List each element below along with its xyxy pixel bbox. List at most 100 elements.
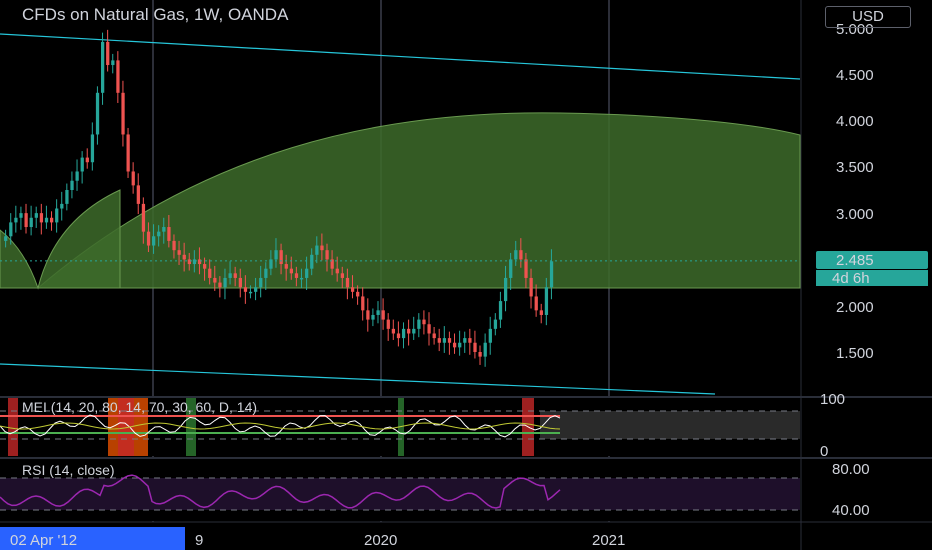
- candle-body: [90, 134, 95, 163]
- candle-body: [544, 287, 549, 315]
- candle-body: [407, 328, 411, 334]
- candle-body: [213, 277, 217, 283]
- time-cursor-label: 02 Apr '12: [10, 532, 77, 549]
- candle-body: [289, 268, 294, 274]
- candle-body: [539, 310, 543, 315]
- candle-body: [350, 287, 355, 292]
- currency-button[interactable]: USD: [825, 6, 911, 28]
- candle-body: [519, 250, 523, 260]
- candle-body: [44, 217, 49, 223]
- candle-body: [549, 261, 554, 288]
- candle-body: [391, 328, 396, 334]
- candle-body: [396, 333, 401, 339]
- candle-body: [514, 250, 518, 260]
- candle-body: [182, 254, 186, 260]
- rsi-label[interactable]: RSI (14, close): [22, 462, 115, 478]
- last-price-label: 2.485: [836, 252, 874, 269]
- time-axis[interactable]: 02 Apr '12 9 2020 2021: [0, 527, 625, 550]
- candle-body: [60, 203, 64, 209]
- candle-body: [228, 273, 232, 278]
- candle-body: [447, 338, 452, 343]
- candle-body: [126, 134, 130, 172]
- candle-body: [264, 268, 268, 278]
- rsi-pane[interactable]: RSI (14, close): [0, 459, 800, 521]
- candle-body: [233, 273, 237, 278]
- candle-body: [106, 41, 110, 66]
- candle-body: [243, 287, 248, 292]
- candle-body: [141, 203, 146, 232]
- candle-body: [335, 268, 339, 274]
- candle-body: [463, 338, 467, 343]
- candle-body: [483, 342, 487, 357]
- candle-body: [356, 291, 360, 297]
- candle-body: [146, 231, 151, 246]
- mei-stripe: [8, 398, 18, 456]
- candle-body: [101, 41, 105, 93]
- candle-body: [299, 277, 304, 280]
- candle-body: [524, 259, 528, 278]
- price-axis[interactable]: 5.000 4.500 4.000 3.500 3.000 2.000 1.50…: [816, 21, 928, 519]
- candle-body: [218, 282, 222, 288]
- rsi-band: [0, 478, 800, 510]
- candle-body: [412, 328, 416, 334]
- candle-body: [167, 227, 171, 241]
- candle-body: [259, 277, 263, 288]
- candle-body: [111, 60, 115, 66]
- candle-body: [473, 342, 477, 352]
- candle-body: [320, 245, 324, 251]
- candle-body: [39, 213, 44, 223]
- channel-upper-line: [0, 33, 801, 80]
- candle-body: [417, 319, 421, 329]
- candle-body: [208, 268, 212, 278]
- candle-body: [381, 310, 385, 320]
- candle-body: [162, 227, 166, 232]
- candle-body: [437, 338, 441, 343]
- candle-body: [366, 310, 370, 320]
- mei-tick: 100: [820, 391, 845, 408]
- price-chart[interactable]: MEI (14, 20, 80, 14, 70, 30, 60, D, 14) …: [0, 0, 932, 550]
- price-tick: 3.500: [836, 159, 874, 176]
- candle-body: [136, 185, 140, 204]
- candle-body: [422, 319, 426, 325]
- candle-body: [371, 314, 375, 320]
- candle-body: [488, 328, 492, 343]
- candle-body: [315, 245, 319, 255]
- candle-body: [49, 217, 54, 223]
- candle-body: [305, 268, 309, 278]
- candle-body: [325, 250, 329, 260]
- candle-body: [294, 273, 299, 278]
- mei-pane[interactable]: MEI (14, 20, 80, 14, 70, 30, 60, D, 14): [0, 398, 800, 456]
- candle-body: [274, 250, 278, 260]
- candle-body: [529, 277, 533, 297]
- small-arc-drawing: [0, 189, 121, 290]
- candle-body: [503, 277, 508, 302]
- price-tick: 2.000: [836, 299, 874, 316]
- candle-body: [468, 338, 472, 343]
- candle-body: [75, 171, 79, 181]
- candle-body: [254, 287, 258, 292]
- candle-body: [29, 217, 33, 228]
- candle-body: [478, 352, 482, 357]
- candle-body: [80, 157, 84, 172]
- mei-zone: [540, 411, 800, 439]
- candle-body: [361, 296, 365, 311]
- chart-title: CFDs on Natural Gas, 1W, OANDA: [22, 5, 289, 24]
- candle-body: [458, 342, 462, 348]
- time-label: 9: [195, 532, 203, 549]
- channel-lower-line: [0, 363, 716, 395]
- mei-label[interactable]: MEI (14, 20, 80, 14, 70, 30, 60, D, 14): [22, 399, 257, 415]
- price-tick: 4.000: [836, 113, 874, 130]
- candle-body: [152, 236, 156, 246]
- candle-body: [376, 310, 380, 315]
- mei-tick: 0: [820, 443, 828, 460]
- candle-body: [442, 338, 447, 343]
- candle-body: [121, 92, 125, 135]
- candle-body: [248, 291, 253, 294]
- candle-body: [65, 190, 69, 204]
- time-label-2020: 2020: [364, 532, 397, 549]
- candle-body: [70, 180, 74, 190]
- rsi-tick: 80.00: [832, 461, 870, 478]
- candle-body: [509, 259, 513, 278]
- rsi-tick: 40.00: [832, 502, 870, 519]
- candle-body: [401, 328, 406, 339]
